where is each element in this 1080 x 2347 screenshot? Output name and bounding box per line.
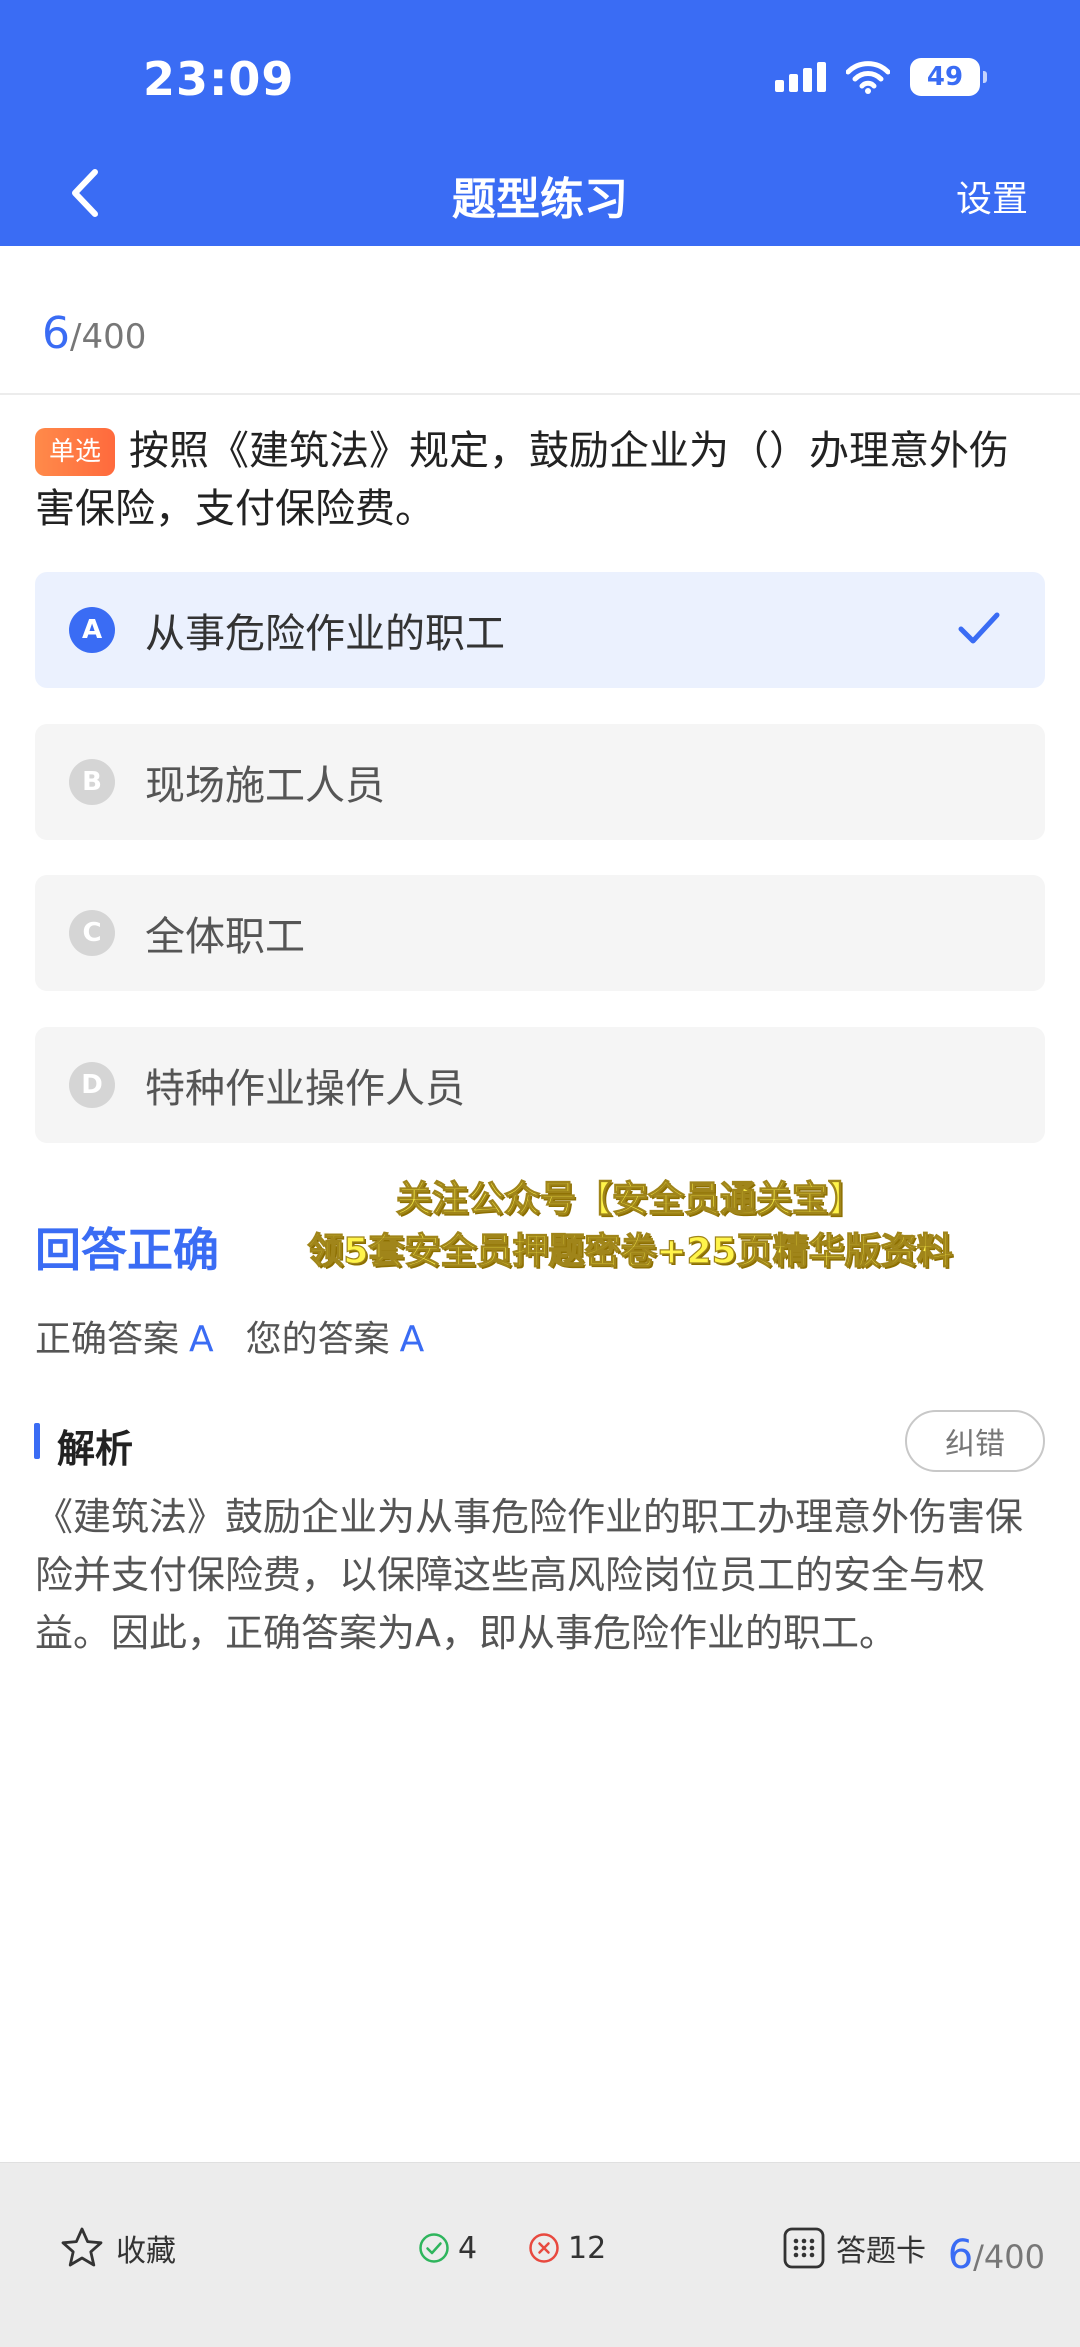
wrong-count-value: 12 xyxy=(568,2230,607,2266)
correct-answer-label: 正确答案 xyxy=(35,1319,180,1360)
option-text: 现场施工人员 xyxy=(145,763,385,809)
signal-icon xyxy=(775,62,826,92)
correct-circle-icon xyxy=(419,2233,449,2263)
battery-icon: 49 xyxy=(910,58,987,96)
bottom-progress: 6/400 xyxy=(948,2232,1045,2278)
star-icon xyxy=(61,2227,103,2267)
check-icon xyxy=(958,612,1000,644)
question-progress: 6/400 xyxy=(42,308,146,359)
option-letter: B xyxy=(69,759,115,805)
option-text: 从事危险作业的职工 xyxy=(145,611,505,657)
bottom-toolbar: 收藏 4 12 答题卡 xyxy=(0,2162,1080,2347)
divider xyxy=(0,393,1080,395)
favorite-label: 收藏 xyxy=(116,2234,176,2269)
wifi-icon xyxy=(846,61,890,94)
settings-button[interactable]: 设置 xyxy=(956,170,1028,222)
grid-icon xyxy=(783,2227,825,2269)
page-title: 题型练习 xyxy=(452,174,628,225)
wrong-count: 12 xyxy=(528,2223,606,2273)
progress-total: /400 xyxy=(70,317,147,357)
option-a[interactable]: A 从事危险作业的职工 xyxy=(35,572,1045,688)
report-error-button[interactable]: 纠错 xyxy=(905,1410,1045,1472)
option-d[interactable]: D 特种作业操作人员 xyxy=(35,1027,1045,1143)
favorite-button[interactable]: 收藏 xyxy=(60,2223,176,2273)
answer-card-label: 答题卡 xyxy=(836,2234,926,2269)
option-b[interactable]: B 现场施工人员 xyxy=(35,724,1045,840)
your-answer-label: 您的答案 xyxy=(245,1319,390,1360)
option-text: 特种作业操作人员 xyxy=(145,1066,465,1112)
question-text: 按照《建筑法》规定，鼓励企业为（）办理意外伤害保险，支付保险费。 xyxy=(35,428,1010,532)
promo-line-2: 领5套安全员押题密卷+25页精华版资料 xyxy=(307,1230,954,1272)
right-count: 4 xyxy=(418,2223,477,2273)
status-icons: 49 xyxy=(775,58,987,96)
option-text: 全体职工 xyxy=(145,914,305,960)
result-label: 回答正确 xyxy=(35,1223,219,1277)
your-answer-value: A xyxy=(399,1319,425,1360)
option-letter: A xyxy=(69,607,115,653)
promo-line-1: 关注公众号【安全员通关宝】 xyxy=(395,1178,864,1220)
analysis-text: 《建筑法》鼓励企业为从事危险作业的职工办理意外伤害保险并支付保险费，以保障这些高… xyxy=(35,1495,1024,1655)
bottom-progress-current: 6 xyxy=(947,2232,974,2278)
progress-current: 6 xyxy=(42,308,70,359)
analysis-title: 解析 xyxy=(57,1427,134,1471)
answer-card-button[interactable]: 答题卡 xyxy=(782,2223,926,2273)
option-letter: D xyxy=(69,1062,115,1108)
option-c[interactable]: C 全体职工 xyxy=(35,875,1045,991)
analysis-accent-bar xyxy=(34,1423,40,1459)
bottom-progress-total: /400 xyxy=(973,2238,1045,2276)
answer-summary: 正确答案 A 您的答案 A xyxy=(35,1310,456,1362)
status-time: 23:09 xyxy=(143,52,295,106)
right-count-value: 4 xyxy=(458,2230,478,2266)
correct-answer-value: A xyxy=(189,1319,214,1360)
option-letter: C xyxy=(69,910,115,956)
app-header: 23:09 49 题型练习 设置 xyxy=(0,0,1080,246)
question-type-tag: 单选 xyxy=(35,428,116,476)
question-stem: 单选 按照《建筑法》规定，鼓励企业为（）办理意外伤害保险，支付保险费。 xyxy=(35,422,1045,538)
wrong-circle-icon xyxy=(529,2233,559,2263)
